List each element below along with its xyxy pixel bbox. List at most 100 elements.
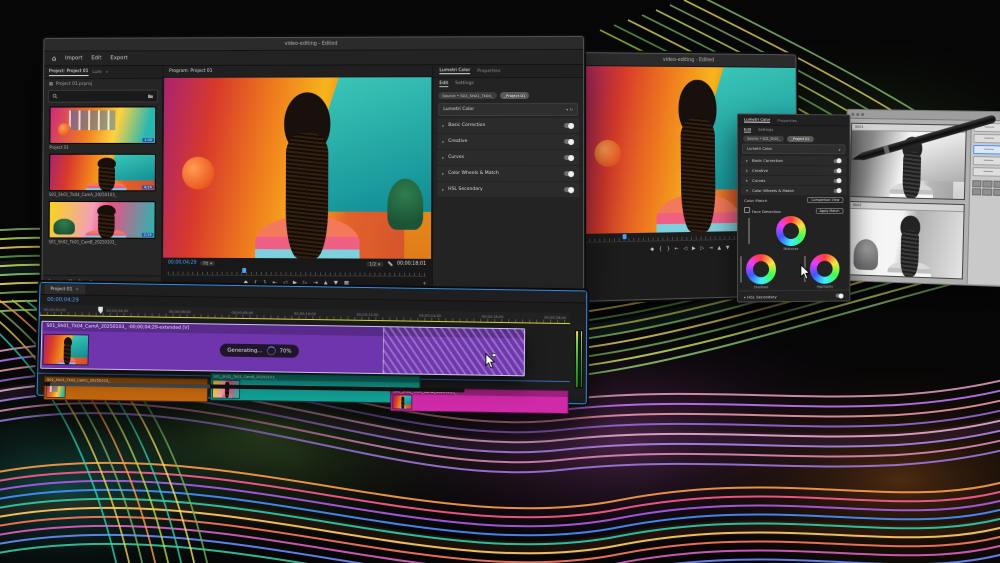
section-hsl-secondary[interactable]: ▸ HSL Secondary (744, 294, 777, 299)
subtab-settings[interactable]: Settings (455, 81, 474, 86)
search-input[interactable] (48, 90, 158, 103)
tab-sequence[interactable]: Project 01× (44, 284, 85, 295)
generating-clip[interactable]: S01_Sh01_Tk04_CamA_20250103_ -00;00;04;2… (40, 321, 525, 377)
tab-overflow[interactable]: Lum (92, 70, 101, 75)
tool-button[interactable] (972, 180, 982, 187)
section-color-wheels[interactable]: Color Wheels & Match (752, 188, 794, 193)
export-frame-button[interactable]: ▦ (344, 280, 349, 286)
play-button[interactable]: ▶ (293, 280, 297, 286)
list-item[interactable]: 2;19 S01_Sh02_Tk01_CamB_20250103_ (49, 201, 156, 245)
section-color-wheels[interactable]: Color Wheels & Match (448, 171, 499, 176)
tab-properties[interactable]: Properties (777, 117, 797, 122)
timeline-clip[interactable]: S01_Sh01_Tk02_CamC_20250103_ (43, 376, 208, 403)
midtones-wheel[interactable] (776, 216, 806, 246)
menu-edit[interactable]: Edit (91, 55, 101, 61)
section-creative[interactable]: Creative (752, 168, 768, 173)
playhead[interactable] (623, 234, 627, 239)
section-creative[interactable]: Creative (448, 139, 467, 144)
extract-button[interactable]: ▼ (726, 244, 730, 250)
subtab-edit[interactable]: Edit (439, 81, 448, 87)
comparison-view-button[interactable]: Comparison View (807, 197, 843, 203)
toggle-switch[interactable] (836, 294, 844, 298)
step-forward-button[interactable]: ▷ (700, 245, 704, 251)
current-timecode[interactable]: 00;00;04;29 (168, 260, 197, 265)
apply-match-button[interactable]: Apply Match (815, 208, 843, 214)
subtab-edit[interactable]: Edit (744, 127, 751, 132)
reset-icon[interactable]: ↻ (570, 106, 573, 111)
go-to-out-button[interactable]: ⇥ (313, 280, 318, 286)
section-curves[interactable]: Curves (752, 178, 765, 183)
lumetri-preset-dropdown[interactable]: Lumetri Color▾ (742, 144, 845, 155)
toggle-switch[interactable] (834, 159, 842, 163)
toggle-switch[interactable] (834, 169, 842, 173)
step-back-button[interactable]: ◁ (683, 245, 687, 251)
target-pill[interactable]: _Project 01 (787, 135, 813, 141)
toggle-switch[interactable] (834, 179, 842, 183)
lumetri-floating-panel: Lumetri Color Properties Edit Settings S… (737, 113, 850, 302)
play-button[interactable]: ▶ (692, 245, 696, 251)
brush-preset[interactable]: ~~~ (973, 167, 1000, 177)
source-clip-pill[interactable]: Source • S01_Sh01_Tk04_ (438, 92, 497, 99)
brush-preset[interactable]: ~~~ (973, 134, 1000, 144)
list-item[interactable]: 4;29 S01_Sh01_Tk04_CamA_20250103_ (49, 154, 156, 198)
lumetri-preset-dropdown[interactable]: Lumetri Color ▾ ↻ (438, 103, 578, 116)
timeline-window: Project 01× 00;00;04;29 00;00;02;00 00;0… (37, 282, 588, 404)
target-pill[interactable]: _Project 01 (500, 92, 529, 99)
section-basic-correction[interactable]: Basic Correction (448, 123, 485, 128)
section-hsl-secondary[interactable]: HSL Secondary (448, 187, 483, 192)
lift-button[interactable]: ▲ (324, 280, 328, 286)
tab-project[interactable]: Project: Project 01 (49, 69, 89, 76)
tool-button[interactable] (983, 180, 993, 187)
midtones-slider[interactable] (748, 218, 750, 244)
zoom-level-dropdown[interactable]: Fit▾ (200, 260, 215, 265)
list-item[interactable]: 1:00 Project 01 (49, 106, 156, 149)
storyboard-frame[interactable]: Sh02 (847, 201, 964, 280)
program-monitor: Program: Project 01 00;00;04;29 Fit▾ 1/2… (162, 65, 434, 290)
toggle-switch[interactable] (564, 123, 574, 128)
close-icon[interactable]: × (75, 287, 79, 292)
tab-program[interactable]: Program: Project 01 (169, 69, 212, 74)
menu-import[interactable]: Import (65, 55, 83, 61)
extract-button[interactable]: ▼ (334, 280, 338, 286)
tab-properties[interactable]: Properties (477, 69, 500, 74)
section-basic-correction[interactable]: Basic Correction (752, 158, 783, 163)
go-to-out-button[interactable]: ⇥ (709, 245, 713, 251)
marker-button[interactable]: ◆ (650, 246, 654, 252)
tab-lumetri-color[interactable]: Lumetri Color (439, 68, 470, 74)
toggle-switch[interactable] (564, 171, 574, 176)
menu-export[interactable]: Export (110, 55, 127, 61)
toggle-switch[interactable] (564, 139, 574, 144)
brush-preset[interactable]: ~~~ (973, 156, 1000, 166)
highlights-wheel[interactable] (810, 254, 840, 284)
tab-lumetri-color[interactable]: Lumetri Color (744, 117, 770, 123)
section-curves[interactable]: Curves (448, 155, 464, 160)
brush-preset-selected[interactable]: ~~~ (973, 145, 1000, 155)
go-to-in-button[interactable]: ⇤ (675, 245, 679, 251)
step-forward-button[interactable]: ▷ (303, 280, 307, 286)
panel-menu-icon[interactable]: » (106, 70, 109, 75)
tool-button[interactable] (993, 189, 1000, 196)
playback-resolution-dropdown[interactable]: 1/2▾ (366, 261, 383, 266)
mark-in-button[interactable]: { (659, 246, 662, 252)
mark-out-button[interactable]: } (667, 246, 670, 252)
shadows-slider[interactable] (740, 256, 742, 282)
face-detection-checkbox[interactable]: Face Detection (744, 207, 781, 214)
tool-button[interactable] (993, 181, 1000, 188)
lift-button[interactable]: ▲ (717, 245, 721, 251)
subtab-settings[interactable]: Settings (758, 128, 773, 132)
shadows-wheel[interactable] (746, 254, 776, 284)
tool-button[interactable] (972, 188, 982, 195)
playhead[interactable] (242, 268, 246, 273)
source-clip-pill[interactable]: Source • S01_Sh01_ (743, 135, 784, 141)
step-back-button[interactable]: ◁ (283, 280, 287, 286)
tool-button[interactable] (982, 188, 992, 195)
add-button-editor-icon[interactable]: + (422, 280, 427, 286)
folder-icon[interactable] (148, 94, 154, 99)
home-icon[interactable]: ⌂ (52, 55, 56, 62)
settings-wrench-icon[interactable] (387, 261, 393, 267)
toggle-switch[interactable] (834, 189, 842, 193)
toggle-switch[interactable] (564, 187, 574, 192)
timeline-timecode[interactable]: 00;00;04;29 (47, 297, 79, 303)
grid-view-icon[interactable]: ▦ (49, 82, 53, 87)
toggle-switch[interactable] (564, 155, 574, 160)
